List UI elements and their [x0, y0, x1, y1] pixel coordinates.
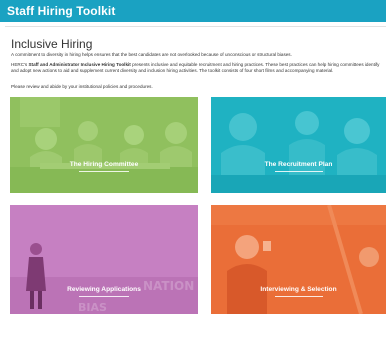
tile-underline-recruitment-plan: [275, 171, 323, 172]
tile-label-hiring-committee: The Hiring Committee: [69, 161, 139, 168]
tile-label-interviewing-selection: Interviewing & Selection: [260, 286, 337, 293]
tile-interviewing-selection[interactable]: Interviewing & Selection: [211, 205, 386, 314]
page-title: Inclusive Hiring: [11, 37, 93, 51]
reviewing-applications-illustration: [10, 205, 198, 314]
hiring-committee-illustration: [10, 97, 198, 193]
toolkit-title: Staff Hiring Toolkit: [7, 4, 116, 18]
intro-lead: A commitment to diversity in hiring help…: [11, 52, 292, 57]
tile-underline-interviewing-selection: [275, 296, 323, 297]
tile-hiring-committee[interactable]: The Hiring Committee: [10, 97, 198, 193]
recruitment-plan-illustration: [211, 97, 386, 193]
interviewing-selection-illustration: [211, 205, 386, 314]
policy-note: Please review and abide by your institut…: [11, 84, 153, 89]
bg-word-bias: BIAS: [78, 301, 107, 314]
header-bar: Staff Hiring Toolkit: [0, 0, 386, 22]
intro-paragraph: HERC's Staff and Administrator Inclusive…: [11, 62, 386, 74]
header-divider: [5, 26, 386, 27]
tile-recruitment-plan[interactable]: The Recruitment Plan: [211, 97, 386, 193]
intro-para-prefix: HERC's: [11, 62, 29, 67]
toolkit-name: Staff and Administrator Inclusive Hiring…: [28, 62, 131, 67]
tile-underline-reviewing-applications: [79, 296, 129, 297]
tile-underline-hiring-committee: [79, 171, 129, 172]
tile-label-recruitment-plan: The Recruitment Plan: [264, 161, 333, 168]
tile-label-reviewing-applications: Reviewing Applications: [67, 286, 141, 293]
tile-reviewing-applications[interactable]: NATION BIAS Reviewing Applications: [10, 205, 198, 314]
